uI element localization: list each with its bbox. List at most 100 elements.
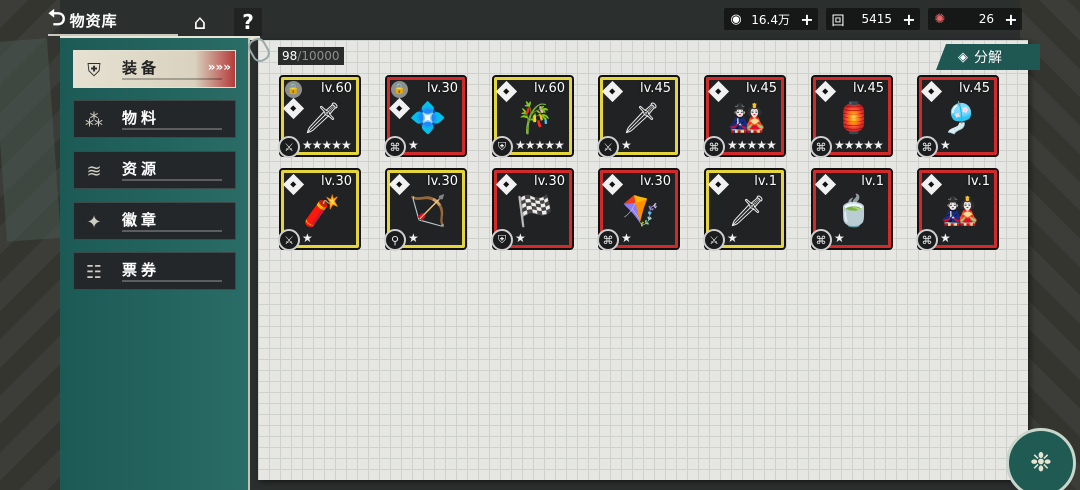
equipment-item[interactable]: ◆ 🎎 lv.45 ⌘ ★★★★★ (703, 75, 786, 158)
currency-value: 5415 (861, 12, 892, 26)
equipment-item[interactable]: ◆ 🗡 lv.1 ⚔ ★ (703, 168, 786, 251)
item-art-icon: 🎐 (941, 100, 979, 136)
item-stars: ★ (408, 138, 419, 152)
equipment-item[interactable]: ◆ 🪁 lv.30 ⌘ ★ (597, 168, 680, 251)
top-bar: ⮌ 物资库 ⌂ ? ◉ 16.4万 + 回 5415 + ✺ 26 + (0, 0, 1080, 40)
add-tokens-button[interactable]: + (900, 10, 918, 29)
capacity-counter: 98 /10000 (278, 47, 344, 65)
sidebar-item-label: 徽章 (122, 211, 161, 229)
badge-icon: ✦ (86, 211, 102, 233)
item-stars: ★ (940, 138, 951, 152)
sidebar: ⛨ 装备 »»» ⁂ 物料 ≋ 资源 ✦ 徽章 ☷ 票券 (60, 38, 250, 490)
equipment-item[interactable]: ◆ 🧨 lv.30 ⚔ ★ (278, 168, 361, 251)
equipment-item[interactable]: ◆ 🏮 lv.45 ⌘ ★★★★★ (810, 75, 893, 158)
equipment-icon: ⛨ (87, 59, 101, 81)
add-coins-button[interactable]: + (798, 10, 816, 29)
back-button[interactable]: ⮌ 物资库 (48, 6, 178, 36)
sidebar-item-label: 装备 (122, 59, 161, 77)
item-art-icon: 🗡 (302, 100, 342, 136)
weapon-type-icon: ⌘ (810, 136, 832, 158)
item-stars: ★ (515, 231, 526, 245)
equipment-item[interactable]: ◆ 🏹 lv.30 ⚲ ★ (384, 168, 467, 251)
divider (122, 179, 222, 181)
help-button[interactable]: ? (234, 8, 262, 36)
currency-gems: ✺ 26 + (928, 8, 1022, 30)
item-art-icon: 🎎 (728, 100, 766, 136)
weapon-type-icon: ⌘ (703, 136, 725, 158)
background-right (1020, 0, 1080, 490)
sidebar-item-resources[interactable]: ≋ 资源 (73, 151, 236, 189)
item-level: lv.1 (861, 174, 884, 189)
item-stars: ★ (621, 138, 632, 152)
item-art-icon: 🎎 (941, 193, 979, 229)
item-level: lv.60 (321, 81, 352, 96)
item-level: lv.45 (640, 81, 671, 96)
sidebar-item-label: 资源 (122, 160, 161, 178)
item-art-icon: 🏹 (409, 193, 447, 229)
sidebar-item-materials[interactable]: ⁂ 物料 (73, 100, 236, 138)
item-level: lv.45 (853, 81, 884, 96)
capacity-max: /10000 (297, 49, 340, 63)
equipment-item[interactable]: ◆ 🗡 lv.45 ⚔ ★ (597, 75, 680, 158)
equipment-item[interactable]: ◆ 🎋 lv.60 ⛨ ★★★★★ (491, 75, 574, 158)
back-arrow-icon: ⮌ (48, 6, 66, 31)
item-stars: ★ (621, 231, 632, 245)
currency-tokens: 回 5415 + (826, 8, 920, 30)
item-level: lv.30 (640, 174, 671, 189)
weapon-type-icon: ⚔ (278, 229, 300, 251)
item-art-icon: 🏁 (516, 193, 554, 229)
weapon-type-icon: ⚔ (703, 229, 725, 251)
item-stars: ★ (940, 231, 951, 245)
faction-emblem: ❉ (1006, 428, 1076, 490)
weapon-type-icon: ⚔ (278, 136, 300, 158)
equipment-item[interactable]: 🔒 ◆ 💠 lv.30 ⌘ ★ (384, 75, 467, 158)
sidebar-item-label: 票券 (122, 261, 161, 279)
weapon-type-icon: ⌘ (810, 229, 832, 251)
add-gems-button[interactable]: + (1002, 10, 1020, 29)
item-art-icon: 🍵 (835, 193, 873, 229)
dismantle-button[interactable]: ◈ 分解 (936, 44, 1040, 70)
item-level: lv.45 (746, 81, 777, 96)
currency-coins: ◉ 16.4万 + (724, 8, 818, 30)
equipment-item[interactable]: ◆ 🍵 lv.1 ⌘ ★ (810, 168, 893, 251)
sidebar-item-badges[interactable]: ✦ 徽章 (73, 202, 236, 240)
emblem-icon: ❉ (1030, 448, 1052, 478)
sidebar-item-tickets[interactable]: ☷ 票券 (73, 252, 236, 290)
divider (122, 128, 222, 130)
active-arrows-icon: »»» (207, 60, 231, 74)
item-stars: ★ (834, 231, 845, 245)
item-level: lv.30 (427, 174, 458, 189)
divider (122, 280, 222, 282)
divider (122, 230, 222, 232)
equipment-item[interactable]: 🔒 ◆ 🗡 lv.60 ⚔ ★★★★★ (278, 75, 361, 158)
weapon-type-icon: ⛨ (491, 229, 513, 251)
home-icon: ⌂ (193, 10, 207, 34)
coin-icon: ◉ (730, 11, 742, 27)
item-level: lv.1 (754, 174, 777, 189)
weapon-type-icon: ⌘ (384, 136, 406, 158)
page-title: 物资库 (69, 11, 118, 30)
weapon-type-icon: ⌘ (916, 136, 938, 158)
item-level: lv.60 (534, 81, 565, 96)
item-art-icon: 🎋 (516, 100, 554, 136)
divider (122, 78, 222, 80)
currency-value: 26 (978, 12, 994, 26)
item-art-icon: 🗡 (727, 193, 767, 229)
item-stars: ★★★★★ (727, 138, 777, 152)
equipment-item[interactable]: ◆ 🎎 lv.1 ⌘ ★ (916, 168, 999, 251)
item-art-icon: 💠 (409, 100, 447, 136)
item-art-icon: 🗡 (621, 100, 661, 136)
equipment-item[interactable]: ◆ 🎐 lv.45 ⌘ ★ (916, 75, 999, 158)
dismantle-label: 分解 (974, 50, 1002, 66)
item-stars: ★★★★★ (515, 138, 565, 152)
item-stars: ★ (727, 231, 738, 245)
dismantle-icon: ◈ (958, 49, 968, 65)
capacity-current: 98 (282, 49, 298, 63)
sidebar-item-equipment[interactable]: ⛨ 装备 »»» (73, 50, 236, 88)
item-level: lv.45 (959, 81, 990, 96)
sidebar-item-label: 物料 (122, 109, 161, 127)
home-button[interactable]: ⌂ (186, 8, 214, 36)
item-stars: ★ (408, 231, 419, 245)
item-level: lv.30 (321, 174, 352, 189)
equipment-item[interactable]: ◆ 🏁 lv.30 ⛨ ★ (491, 168, 574, 251)
